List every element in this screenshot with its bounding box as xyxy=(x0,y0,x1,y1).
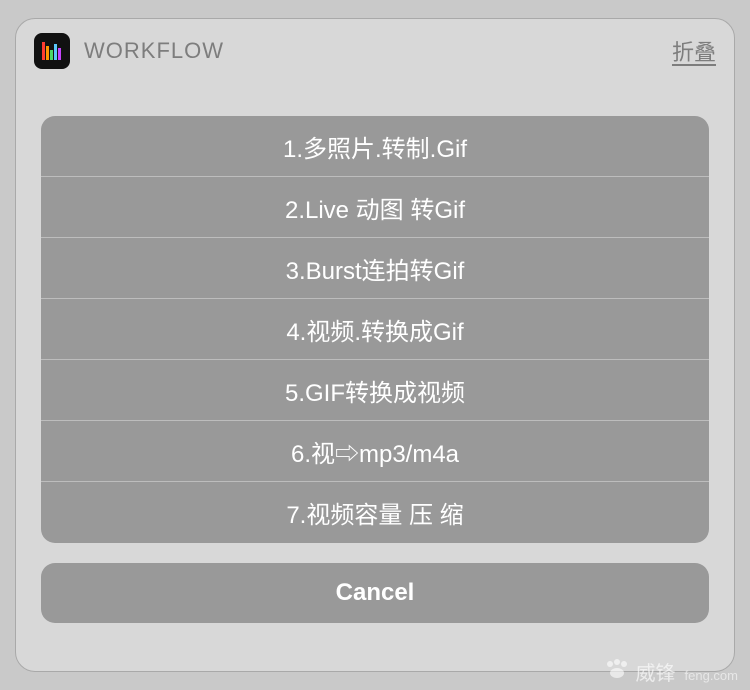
option-item-7[interactable]: 7.视频容量 压 缩 xyxy=(41,482,709,543)
watermark-name: 威锋 xyxy=(636,657,676,686)
action-sheet: WORKFLOW 折叠 1.多照片.转制.Gif 2.Live 动图 转Gif … xyxy=(15,18,735,672)
option-item-1[interactable]: 1.多照片.转制.Gif xyxy=(41,116,709,177)
paw-icon xyxy=(604,658,630,686)
workflow-app-icon xyxy=(34,33,70,69)
app-title: WORKFLOW xyxy=(84,38,672,64)
option-item-3[interactable]: 3.Burst连拍转Gif xyxy=(41,238,709,299)
option-item-4[interactable]: 4.视频.转换成Gif xyxy=(41,299,709,360)
watermark-site: feng.com xyxy=(685,668,738,683)
option-item-6[interactable]: 6.视⇨mp3/m4a xyxy=(41,421,709,482)
sheet-content: 1.多照片.转制.Gif 2.Live 动图 转Gif 3.Burst连拍转Gi… xyxy=(16,81,734,623)
collapse-link[interactable]: 折叠 xyxy=(672,35,716,67)
option-item-2[interactable]: 2.Live 动图 转Gif xyxy=(41,177,709,238)
cancel-button[interactable]: Cancel xyxy=(41,563,709,623)
option-item-5[interactable]: 5.GIF转换成视频 xyxy=(41,360,709,421)
sheet-header: WORKFLOW 折叠 xyxy=(16,19,734,81)
option-list: 1.多照片.转制.Gif 2.Live 动图 转Gif 3.Burst连拍转Gi… xyxy=(41,116,709,543)
watermark: 威锋 feng.com xyxy=(604,657,738,686)
